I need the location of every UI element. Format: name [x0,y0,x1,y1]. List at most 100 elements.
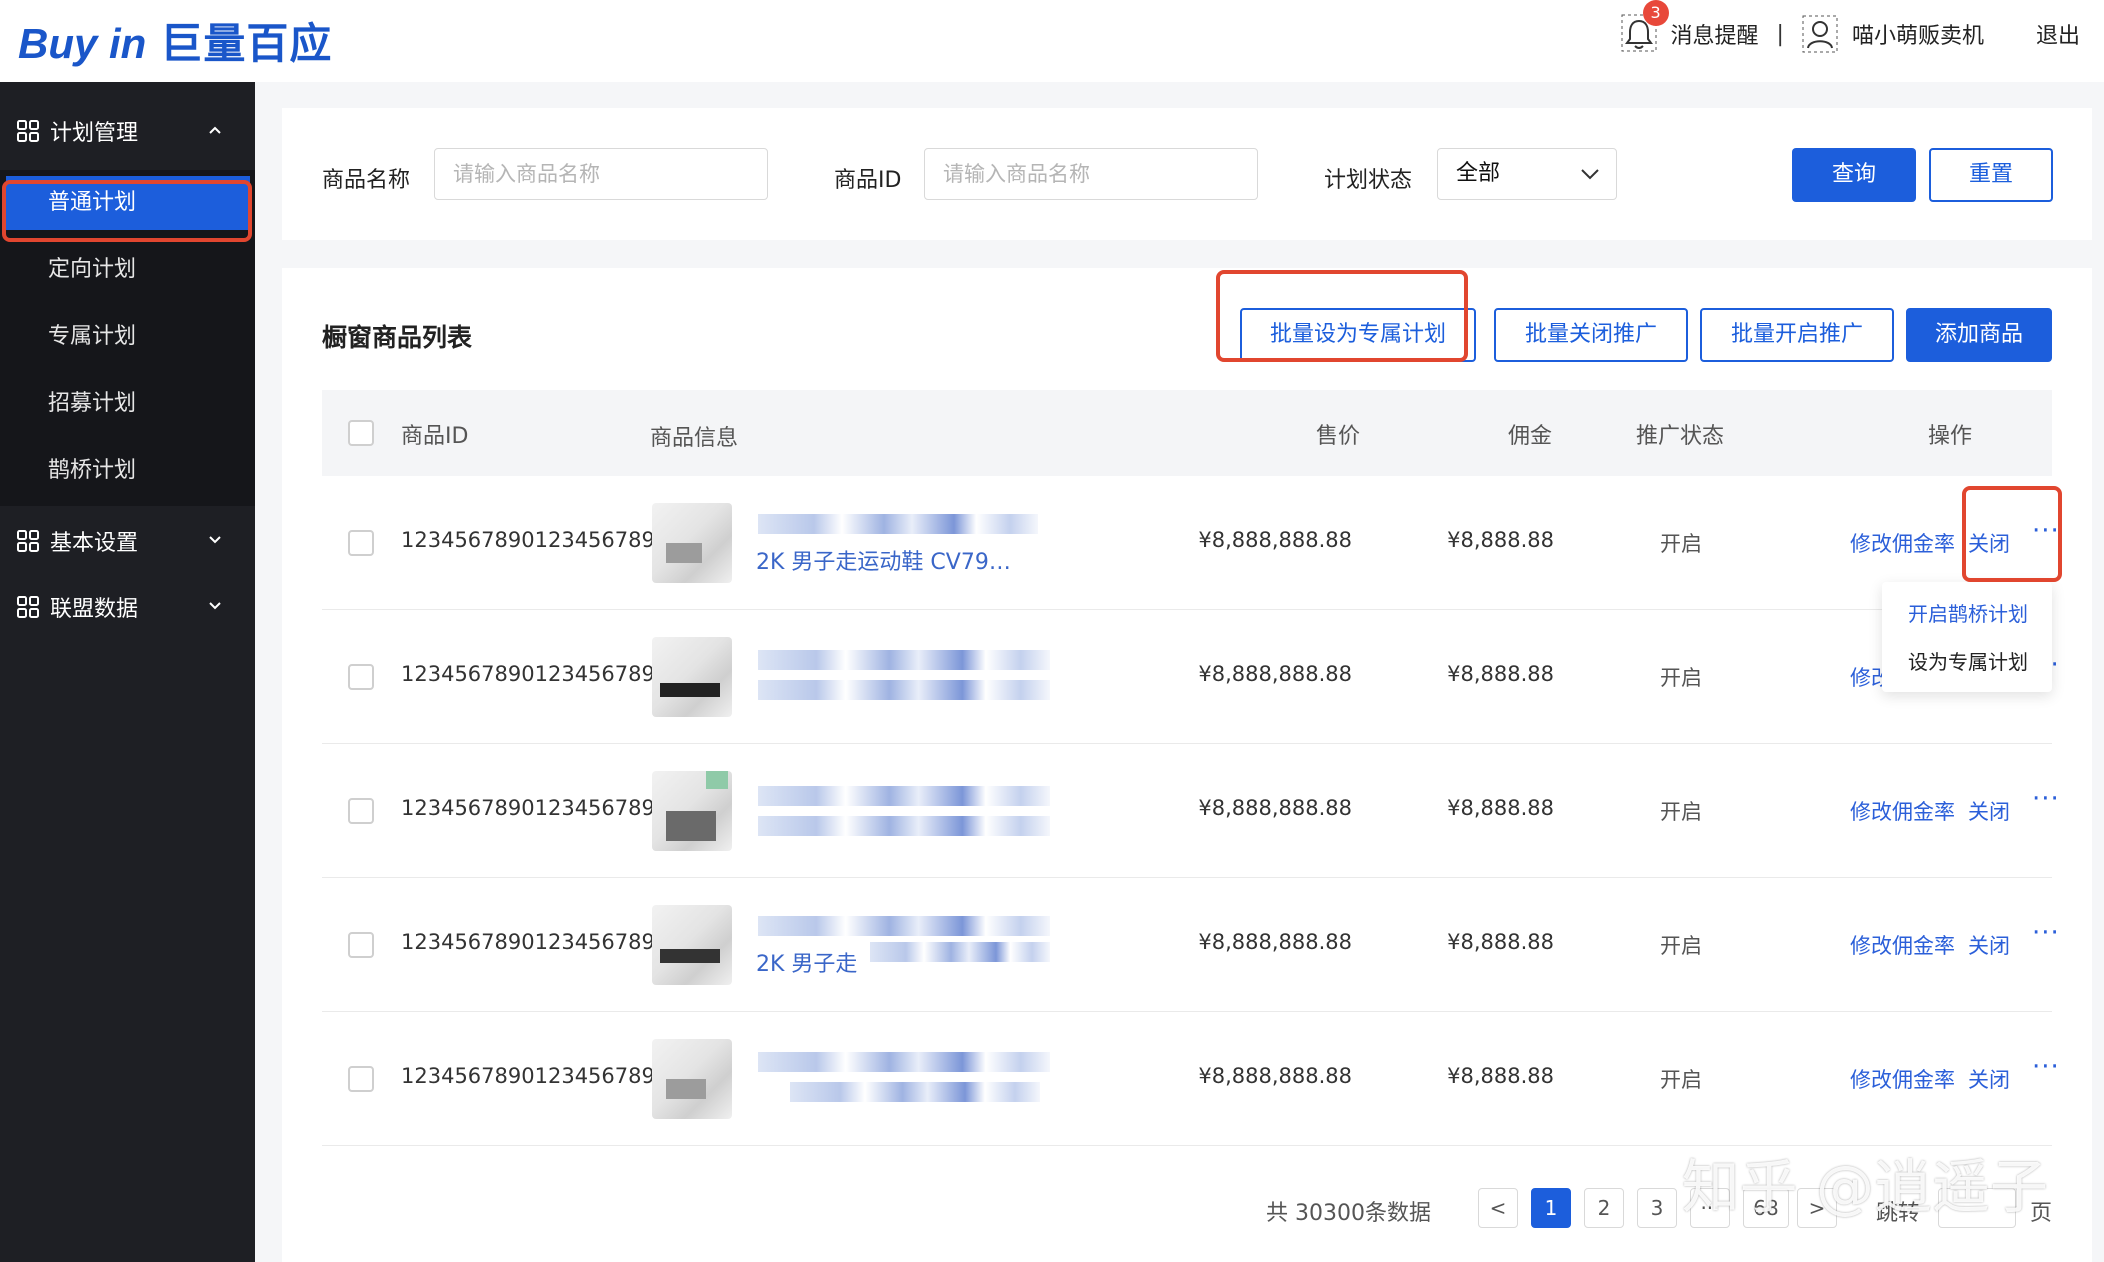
notifications-label[interactable]: 消息提醒 [1671,18,1759,50]
table-row: 12345678901234567890 2K 男子走 ¥8,888,888.8… [322,878,2059,1012]
product-name[interactable] [750,1050,1050,1108]
col-header-actions: 操作 [1928,424,1973,449]
promotion-status: 开启 [1660,1068,1702,1092]
product-name[interactable] [750,648,1050,706]
menu-item-open-magpie-plan[interactable]: 开启鹊桥计划 [1908,598,2028,627]
user-name[interactable]: 喵小萌贩卖机 [1852,18,1984,50]
pagination-page-1[interactable]: 1 [1531,1188,1571,1228]
sidebar-item-exclusive-plan[interactable]: 专属计划 [0,304,255,370]
product-thumbnail[interactable] [652,637,732,717]
product-name-label: 商品名称 [322,168,411,193]
close-link[interactable]: 关闭 [1968,796,2010,826]
menu-item-set-exclusive-plan[interactable]: 设为专属计划 [1908,646,2028,675]
sidebar-group-plan-management[interactable]: 计划管理 [0,98,255,164]
row-checkbox[interactable] [348,664,374,690]
product-id: 12345678901234567890 [401,528,669,552]
product-thumbnail[interactable] [652,771,732,851]
more-actions-button[interactable]: ··· [2032,516,2060,546]
grid-icon [17,530,39,552]
edit-commission-link[interactable]: 修改佣金率 [1850,930,1955,960]
promotion-status: 开启 [1660,934,1702,958]
product-price: ¥8,888,888.88 [1198,1064,1352,1088]
product-id: 12345678901234567890 [401,662,669,686]
user-icon[interactable] [1802,15,1838,53]
header-separator: | [1776,21,1784,47]
row-checkbox[interactable] [348,530,374,556]
query-button[interactable]: 查询 [1792,148,1916,202]
table-row: 12345678901234567890 ¥8,888,888.88 ¥8,88… [322,1012,2059,1146]
pagination-page-2[interactable]: 2 [1584,1188,1624,1228]
watermark: 知乎 @逍遥子 [1681,1153,2048,1221]
list-title: 橱窗商品列表 [322,323,473,352]
sidebar-item-targeted-plan[interactable]: 定向计划 [0,237,255,303]
chevron-up-icon [209,126,221,134]
sidebar-item-recruit-plan[interactable]: 招募计划 [0,371,255,437]
logout-link[interactable]: 退出 [2036,18,2080,50]
product-name-text: 2K 男子走运动鞋 CV79… [756,550,1011,572]
table-row: 12345678901234567890 ¥8,888,888.88 ¥8,88… [322,744,2059,878]
chevron-down-icon [209,602,221,610]
promotion-status: 开启 [1660,800,1702,824]
batch-close-button[interactable]: 批量关闭推广 [1494,308,1688,362]
sidebar-group-basic-settings[interactable]: 基本设置 [0,508,255,574]
product-id: 12345678901234567890 [401,1064,669,1088]
logo-text-en: Buy in [18,20,147,67]
product-name[interactable] [750,782,1050,840]
select-all-checkbox[interactable] [348,420,374,446]
promotion-status: 开启 [1660,666,1702,690]
edit-commission-link[interactable]: 修改佣金率 [1850,528,1955,558]
logo-text-cn: 巨量百应 [160,20,333,67]
product-name[interactable]: 2K 男子走 [750,916,1050,974]
product-name-input[interactable] [434,148,768,200]
product-thumbnail[interactable] [652,905,732,985]
product-price: ¥8,888,888.88 [1198,662,1352,686]
batch-exclusive-button[interactable]: 批量设为专属计划 [1240,308,1476,362]
plan-status-select[interactable]: 全部 [1437,148,1617,200]
close-link[interactable]: 关闭 [1968,1064,2010,1094]
close-link[interactable]: 关闭 [1968,528,2010,558]
col-header-price: 售价 [1316,424,1361,449]
more-actions-menu: 开启鹊桥计划 设为专属计划 [1882,582,2052,692]
table-row: 12345678901234567890 ¥8,888,888.88 ¥8,88… [322,610,2059,744]
reset-button[interactable]: 重置 [1929,148,2053,202]
plan-status-label: 计划状态 [1324,168,1413,193]
product-id: 12345678901234567890 [401,796,669,820]
product-price: ¥8,888,888.88 [1198,528,1352,552]
more-actions-button[interactable]: ··· [2032,784,2060,814]
product-thumbnail[interactable] [652,1039,732,1119]
pagination-page-3[interactable]: 3 [1637,1188,1677,1228]
grid-icon [17,120,39,142]
product-price: ¥8,888,888.88 [1198,930,1352,954]
product-commission: ¥8,888.88 [1447,796,1554,820]
add-product-button[interactable]: 添加商品 [1906,308,2052,362]
brand-logo[interactable]: Buy in 巨量百应 [18,10,332,71]
chevron-down-icon [209,536,221,544]
close-link[interactable]: 关闭 [1968,930,2010,960]
notification-bell[interactable]: 3 [1621,0,1669,54]
sidebar-item-normal-plan[interactable]: 普通计划 [6,176,250,230]
sidebar-group-label: 计划管理 [50,121,139,146]
plan-status-value: 全部 [1456,161,1501,186]
grid-icon [17,596,39,618]
edit-commission-link[interactable]: 修改佣金率 [1850,1064,1955,1094]
edit-commission-link[interactable]: 修改佣金率 [1850,796,1955,826]
product-id-input[interactable] [924,148,1258,200]
sidebar: 计划管理 普通计划 定向计划 专属计划 招募计划 鹊桥计划 基本设置 联盟数据 [0,82,255,1262]
product-name[interactable]: 2K 男子走运动鞋 CV79… [750,514,1050,572]
col-header-status: 推广状态 [1636,424,1725,449]
pagination-prev-button[interactable]: < [1478,1188,1518,1228]
product-thumbnail[interactable] [652,503,732,583]
row-checkbox[interactable] [348,1066,374,1092]
more-actions-button[interactable]: ··· [2032,1052,2060,1082]
filter-panel: 商品名称 商品ID 计划状态 全部 查询 重置 [282,108,2092,240]
notification-badge: 3 [1642,0,1669,26]
col-header-commission: 佣金 [1508,424,1553,449]
sidebar-group-label: 联盟数据 [50,597,139,622]
row-checkbox[interactable] [348,932,374,958]
more-actions-button[interactable]: ··· [2032,918,2060,948]
row-checkbox[interactable] [348,798,374,824]
table-row: 12345678901234567890 2K 男子走运动鞋 CV79… ¥8,… [322,476,2059,610]
sidebar-item-magpie-plan[interactable]: 鹊桥计划 [0,438,255,504]
sidebar-group-alliance-data[interactable]: 联盟数据 [0,574,255,640]
batch-open-button[interactable]: 批量开启推广 [1700,308,1894,362]
